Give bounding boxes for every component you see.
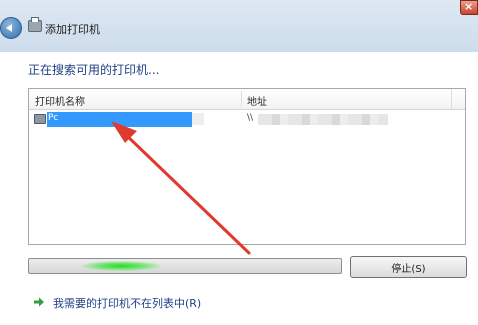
green-arrow-icon [34, 297, 44, 307]
search-progress-bar [28, 258, 342, 274]
progress-indicator [81, 261, 161, 271]
stop-button[interactable]: 停止(S) [350, 256, 467, 278]
printer-not-listed-label[interactable]: 我需要的打印机不在列表中(R) [53, 295, 201, 311]
